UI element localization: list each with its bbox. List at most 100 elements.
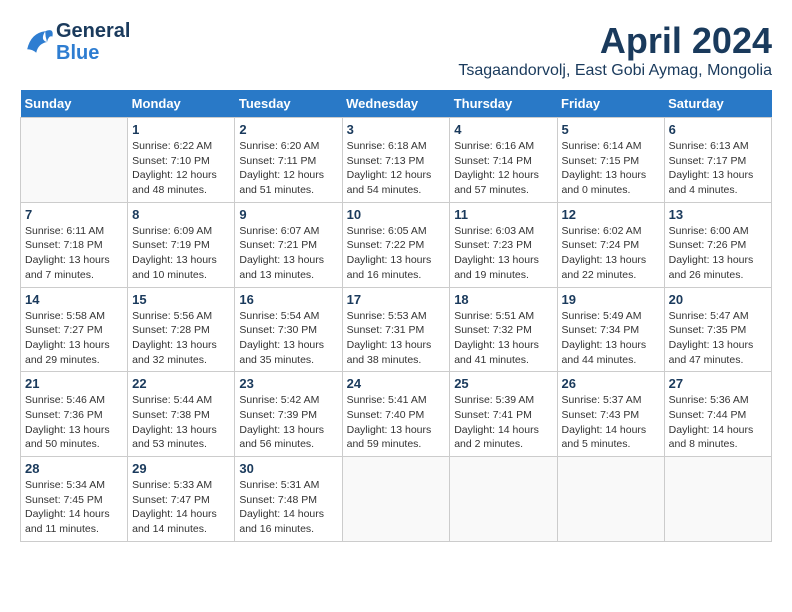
calendar-day-cell: 25 Sunrise: 5:39 AMSunset: 7:41 PMDaylig… [450, 372, 557, 457]
day-number: 2 [239, 122, 337, 137]
day-number: 16 [239, 292, 337, 307]
calendar-day-cell: 13 Sunrise: 6:00 AMSunset: 7:26 PMDaylig… [664, 202, 771, 287]
calendar-day-cell: 15 Sunrise: 5:56 AMSunset: 7:28 PMDaylig… [128, 287, 235, 372]
calendar-day-cell: 22 Sunrise: 5:44 AMSunset: 7:38 PMDaylig… [128, 372, 235, 457]
calendar-week-row: 14 Sunrise: 5:58 AMSunset: 7:27 PMDaylig… [21, 287, 772, 372]
day-info: Sunrise: 5:34 AMSunset: 7:45 PMDaylight:… [25, 478, 123, 537]
weekday-header: Monday [128, 90, 235, 118]
weekday-header: Wednesday [342, 90, 450, 118]
weekday-header: Saturday [664, 90, 771, 118]
day-number: 21 [25, 376, 123, 391]
calendar-day-cell: 2 Sunrise: 6:20 AMSunset: 7:11 PMDayligh… [235, 118, 342, 203]
day-number: 11 [454, 207, 552, 222]
calendar-week-row: 28 Sunrise: 5:34 AMSunset: 7:45 PMDaylig… [21, 457, 772, 542]
weekday-header: Friday [557, 90, 664, 118]
day-number: 6 [669, 122, 767, 137]
day-number: 13 [669, 207, 767, 222]
day-number: 7 [25, 207, 123, 222]
day-number: 3 [347, 122, 446, 137]
day-info: Sunrise: 6:20 AMSunset: 7:11 PMDaylight:… [239, 139, 337, 198]
calendar-day-cell: 3 Sunrise: 6:18 AMSunset: 7:13 PMDayligh… [342, 118, 450, 203]
day-info: Sunrise: 6:07 AMSunset: 7:21 PMDaylight:… [239, 224, 337, 283]
calendar-day-cell [342, 457, 450, 542]
calendar-day-cell: 20 Sunrise: 5:47 AMSunset: 7:35 PMDaylig… [664, 287, 771, 372]
day-number: 20 [669, 292, 767, 307]
day-info: Sunrise: 5:41 AMSunset: 7:40 PMDaylight:… [347, 393, 446, 452]
day-info: Sunrise: 5:31 AMSunset: 7:48 PMDaylight:… [239, 478, 337, 537]
logo-text: General Blue [56, 20, 130, 64]
day-number: 19 [562, 292, 660, 307]
day-info: Sunrise: 6:05 AMSunset: 7:22 PMDaylight:… [347, 224, 446, 283]
title-block: April 2024 Tsagaandorvolj, East Gobi Aym… [458, 20, 772, 80]
day-number: 18 [454, 292, 552, 307]
calendar-day-cell: 30 Sunrise: 5:31 AMSunset: 7:48 PMDaylig… [235, 457, 342, 542]
calendar-day-cell: 18 Sunrise: 5:51 AMSunset: 7:32 PMDaylig… [450, 287, 557, 372]
day-number: 24 [347, 376, 446, 391]
day-number: 26 [562, 376, 660, 391]
calendar-day-cell [21, 118, 128, 203]
day-number: 14 [25, 292, 123, 307]
day-number: 25 [454, 376, 552, 391]
weekday-header: Tuesday [235, 90, 342, 118]
calendar-day-cell: 12 Sunrise: 6:02 AMSunset: 7:24 PMDaylig… [557, 202, 664, 287]
calendar-day-cell: 6 Sunrise: 6:13 AMSunset: 7:17 PMDayligh… [664, 118, 771, 203]
calendar-day-cell: 8 Sunrise: 6:09 AMSunset: 7:19 PMDayligh… [128, 202, 235, 287]
calendar-day-cell: 10 Sunrise: 6:05 AMSunset: 7:22 PMDaylig… [342, 202, 450, 287]
day-number: 10 [347, 207, 446, 222]
day-info: Sunrise: 6:11 AMSunset: 7:18 PMDaylight:… [25, 224, 123, 283]
day-number: 1 [132, 122, 230, 137]
day-number: 27 [669, 376, 767, 391]
day-number: 4 [454, 122, 552, 137]
day-info: Sunrise: 6:02 AMSunset: 7:24 PMDaylight:… [562, 224, 660, 283]
calendar-day-cell: 9 Sunrise: 6:07 AMSunset: 7:21 PMDayligh… [235, 202, 342, 287]
day-info: Sunrise: 6:09 AMSunset: 7:19 PMDaylight:… [132, 224, 230, 283]
day-info: Sunrise: 5:56 AMSunset: 7:28 PMDaylight:… [132, 309, 230, 368]
calendar-day-cell: 27 Sunrise: 5:36 AMSunset: 7:44 PMDaylig… [664, 372, 771, 457]
calendar-day-cell [664, 457, 771, 542]
calendar-day-cell: 14 Sunrise: 5:58 AMSunset: 7:27 PMDaylig… [21, 287, 128, 372]
day-info: Sunrise: 5:39 AMSunset: 7:41 PMDaylight:… [454, 393, 552, 452]
day-info: Sunrise: 5:36 AMSunset: 7:44 PMDaylight:… [669, 393, 767, 452]
calendar-day-cell: 26 Sunrise: 5:37 AMSunset: 7:43 PMDaylig… [557, 372, 664, 457]
day-info: Sunrise: 5:46 AMSunset: 7:36 PMDaylight:… [25, 393, 123, 452]
day-info: Sunrise: 6:13 AMSunset: 7:17 PMDaylight:… [669, 139, 767, 198]
calendar-day-cell: 23 Sunrise: 5:42 AMSunset: 7:39 PMDaylig… [235, 372, 342, 457]
calendar-day-cell: 17 Sunrise: 5:53 AMSunset: 7:31 PMDaylig… [342, 287, 450, 372]
day-info: Sunrise: 6:00 AMSunset: 7:26 PMDaylight:… [669, 224, 767, 283]
month-title: April 2024 [458, 20, 772, 62]
day-info: Sunrise: 6:22 AMSunset: 7:10 PMDaylight:… [132, 139, 230, 198]
day-number: 8 [132, 207, 230, 222]
day-info: Sunrise: 5:49 AMSunset: 7:34 PMDaylight:… [562, 309, 660, 368]
calendar-day-cell [450, 457, 557, 542]
day-info: Sunrise: 5:37 AMSunset: 7:43 PMDaylight:… [562, 393, 660, 452]
day-info: Sunrise: 6:16 AMSunset: 7:14 PMDaylight:… [454, 139, 552, 198]
calendar-week-row: 7 Sunrise: 6:11 AMSunset: 7:18 PMDayligh… [21, 202, 772, 287]
calendar-day-cell: 4 Sunrise: 6:16 AMSunset: 7:14 PMDayligh… [450, 118, 557, 203]
calendar-day-cell: 21 Sunrise: 5:46 AMSunset: 7:36 PMDaylig… [21, 372, 128, 457]
weekday-header: Sunday [21, 90, 128, 118]
calendar-day-cell: 1 Sunrise: 6:22 AMSunset: 7:10 PMDayligh… [128, 118, 235, 203]
logo: General Blue [20, 20, 130, 64]
calendar-header-row: SundayMondayTuesdayWednesdayThursdayFrid… [21, 90, 772, 118]
day-number: 30 [239, 461, 337, 476]
day-info: Sunrise: 5:54 AMSunset: 7:30 PMDaylight:… [239, 309, 337, 368]
day-info: Sunrise: 6:14 AMSunset: 7:15 PMDaylight:… [562, 139, 660, 198]
day-number: 22 [132, 376, 230, 391]
calendar-day-cell: 29 Sunrise: 5:33 AMSunset: 7:47 PMDaylig… [128, 457, 235, 542]
day-number: 15 [132, 292, 230, 307]
day-number: 23 [239, 376, 337, 391]
logo-bird-icon [20, 24, 56, 60]
calendar-day-cell: 16 Sunrise: 5:54 AMSunset: 7:30 PMDaylig… [235, 287, 342, 372]
day-number: 5 [562, 122, 660, 137]
calendar-day-cell: 24 Sunrise: 5:41 AMSunset: 7:40 PMDaylig… [342, 372, 450, 457]
day-info: Sunrise: 5:33 AMSunset: 7:47 PMDaylight:… [132, 478, 230, 537]
day-info: Sunrise: 5:47 AMSunset: 7:35 PMDaylight:… [669, 309, 767, 368]
day-info: Sunrise: 5:44 AMSunset: 7:38 PMDaylight:… [132, 393, 230, 452]
calendar-day-cell: 7 Sunrise: 6:11 AMSunset: 7:18 PMDayligh… [21, 202, 128, 287]
day-info: Sunrise: 6:03 AMSunset: 7:23 PMDaylight:… [454, 224, 552, 283]
day-info: Sunrise: 5:51 AMSunset: 7:32 PMDaylight:… [454, 309, 552, 368]
day-number: 9 [239, 207, 337, 222]
day-number: 29 [132, 461, 230, 476]
day-number: 12 [562, 207, 660, 222]
calendar-day-cell: 28 Sunrise: 5:34 AMSunset: 7:45 PMDaylig… [21, 457, 128, 542]
